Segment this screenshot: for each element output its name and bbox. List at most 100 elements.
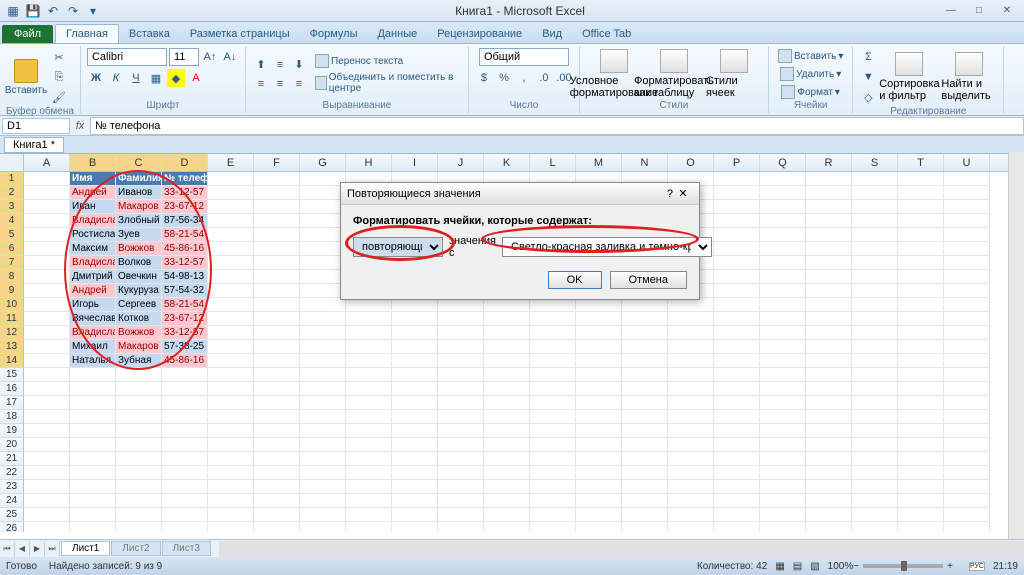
cell[interactable] bbox=[898, 466, 944, 480]
sheet-nav-last-icon[interactable]: ⏭ bbox=[45, 541, 60, 557]
cell[interactable]: Сергеев bbox=[116, 298, 162, 312]
cell[interactable] bbox=[484, 340, 530, 354]
cell[interactable] bbox=[760, 466, 806, 480]
cell[interactable] bbox=[760, 228, 806, 242]
cell[interactable] bbox=[24, 494, 70, 508]
cell[interactable] bbox=[530, 452, 576, 466]
cell[interactable] bbox=[300, 312, 346, 326]
cell[interactable] bbox=[300, 396, 346, 410]
cell[interactable] bbox=[944, 172, 990, 186]
cell[interactable] bbox=[208, 424, 254, 438]
select-all-corner[interactable] bbox=[0, 154, 24, 171]
cell[interactable] bbox=[852, 522, 898, 532]
cell[interactable] bbox=[254, 466, 300, 480]
cell[interactable]: Максим bbox=[70, 242, 116, 256]
cell[interactable] bbox=[24, 354, 70, 368]
merge-center-button[interactable]: Объединить и поместить в центре bbox=[312, 71, 462, 95]
align-center-icon[interactable]: ≡ bbox=[271, 75, 289, 93]
cell[interactable] bbox=[944, 410, 990, 424]
tab-home[interactable]: Главная bbox=[55, 24, 119, 43]
cell[interactable] bbox=[484, 466, 530, 480]
column-header[interactable]: P bbox=[714, 154, 760, 171]
cell[interactable] bbox=[576, 494, 622, 508]
cell[interactable] bbox=[70, 522, 116, 532]
column-header[interactable]: A bbox=[24, 154, 70, 171]
cell[interactable] bbox=[714, 270, 760, 284]
cell[interactable] bbox=[254, 522, 300, 532]
cell[interactable] bbox=[852, 438, 898, 452]
cell[interactable] bbox=[576, 508, 622, 522]
cell[interactable] bbox=[760, 410, 806, 424]
cell[interactable] bbox=[622, 508, 668, 522]
cell[interactable] bbox=[208, 480, 254, 494]
cell[interactable] bbox=[208, 438, 254, 452]
cell[interactable] bbox=[300, 494, 346, 508]
cell[interactable] bbox=[24, 312, 70, 326]
zoom-out-icon[interactable]: − bbox=[853, 561, 859, 572]
cell[interactable]: Ростислав bbox=[70, 228, 116, 242]
cell[interactable] bbox=[346, 438, 392, 452]
cell[interactable] bbox=[714, 522, 760, 532]
cell[interactable] bbox=[254, 452, 300, 466]
cell[interactable] bbox=[438, 368, 484, 382]
name-box[interactable] bbox=[2, 118, 70, 134]
column-header[interactable]: E bbox=[208, 154, 254, 171]
cell[interactable] bbox=[714, 326, 760, 340]
cell[interactable] bbox=[208, 172, 254, 186]
column-header[interactable]: Q bbox=[760, 154, 806, 171]
cell[interactable] bbox=[944, 424, 990, 438]
cell[interactable] bbox=[760, 354, 806, 368]
cell[interactable] bbox=[668, 480, 714, 494]
view-normal-icon[interactable]: ▦ bbox=[775, 561, 784, 572]
number-format-select[interactable] bbox=[479, 48, 569, 66]
cell[interactable] bbox=[70, 508, 116, 522]
cell[interactable] bbox=[208, 368, 254, 382]
cell[interactable] bbox=[392, 326, 438, 340]
row-header[interactable]: 5 bbox=[0, 228, 24, 242]
find-select-button[interactable]: Найти и выделить bbox=[941, 52, 997, 102]
cell[interactable] bbox=[898, 284, 944, 298]
cell[interactable] bbox=[484, 452, 530, 466]
column-header[interactable]: F bbox=[254, 154, 300, 171]
cell[interactable] bbox=[806, 326, 852, 340]
cell[interactable] bbox=[760, 312, 806, 326]
cell[interactable] bbox=[576, 368, 622, 382]
cell[interactable] bbox=[576, 354, 622, 368]
cell[interactable] bbox=[806, 172, 852, 186]
cell[interactable] bbox=[898, 452, 944, 466]
cell[interactable] bbox=[116, 438, 162, 452]
cell[interactable] bbox=[898, 354, 944, 368]
cell[interactable] bbox=[852, 326, 898, 340]
cell[interactable] bbox=[392, 438, 438, 452]
cell[interactable] bbox=[760, 186, 806, 200]
cell[interactable] bbox=[852, 424, 898, 438]
cell[interactable] bbox=[944, 326, 990, 340]
cell[interactable]: 57-54-32 bbox=[162, 284, 208, 298]
cell[interactable] bbox=[760, 382, 806, 396]
cell[interactable] bbox=[622, 298, 668, 312]
cell[interactable] bbox=[208, 214, 254, 228]
cell[interactable] bbox=[944, 396, 990, 410]
cell[interactable]: Фамилия bbox=[116, 172, 162, 186]
currency-icon[interactable]: $ bbox=[475, 69, 493, 87]
cell[interactable] bbox=[254, 424, 300, 438]
cell[interactable] bbox=[806, 214, 852, 228]
cell[interactable] bbox=[898, 298, 944, 312]
italic-button[interactable]: К bbox=[107, 69, 125, 87]
cell[interactable] bbox=[852, 312, 898, 326]
cell[interactable] bbox=[576, 312, 622, 326]
row-header[interactable]: 2 bbox=[0, 186, 24, 200]
cell[interactable] bbox=[116, 522, 162, 532]
cell[interactable] bbox=[438, 452, 484, 466]
cell[interactable] bbox=[714, 354, 760, 368]
row-header[interactable]: 26 bbox=[0, 522, 24, 532]
cell[interactable] bbox=[760, 452, 806, 466]
view-layout-icon[interactable]: ▤ bbox=[793, 561, 802, 572]
cell[interactable] bbox=[760, 340, 806, 354]
cell[interactable] bbox=[162, 396, 208, 410]
cell[interactable] bbox=[24, 508, 70, 522]
cell[interactable] bbox=[760, 424, 806, 438]
cell[interactable] bbox=[668, 410, 714, 424]
cell[interactable] bbox=[392, 466, 438, 480]
cell[interactable] bbox=[208, 396, 254, 410]
